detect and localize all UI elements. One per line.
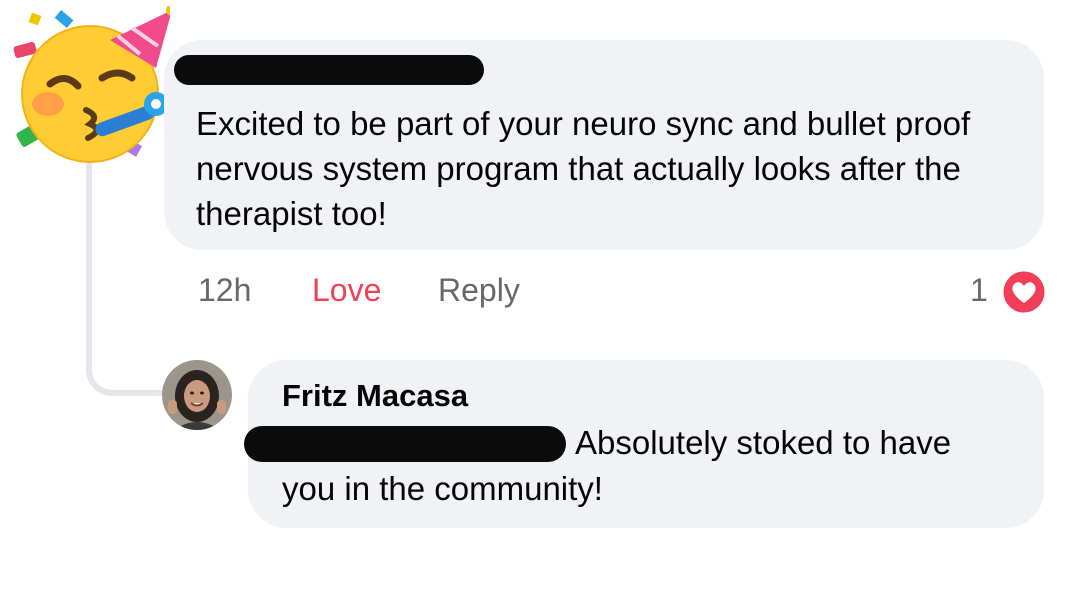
avatar[interactable] — [162, 360, 232, 430]
reply-author-name[interactable]: Fritz Macasa — [282, 378, 468, 414]
comment-text: Excited to be part of your neuro sync an… — [196, 105, 971, 232]
reply-text-line-1: Absolutely stoked to have — [575, 424, 952, 461]
partying-face-emoji-icon[interactable] — [10, 6, 170, 166]
redacted-author-name — [174, 55, 484, 85]
reply-text-line-2: you in the community! — [282, 470, 603, 507]
heart-reaction-icon[interactable] — [1000, 268, 1048, 316]
reaction-count[interactable]: 1 — [970, 272, 988, 309]
comment-time[interactable]: 12h — [198, 272, 251, 309]
thread-connector-line — [86, 150, 166, 396]
reply-button[interactable]: Reply — [438, 272, 520, 309]
love-button[interactable]: Love — [312, 272, 381, 309]
redacted-mention — [244, 426, 566, 462]
